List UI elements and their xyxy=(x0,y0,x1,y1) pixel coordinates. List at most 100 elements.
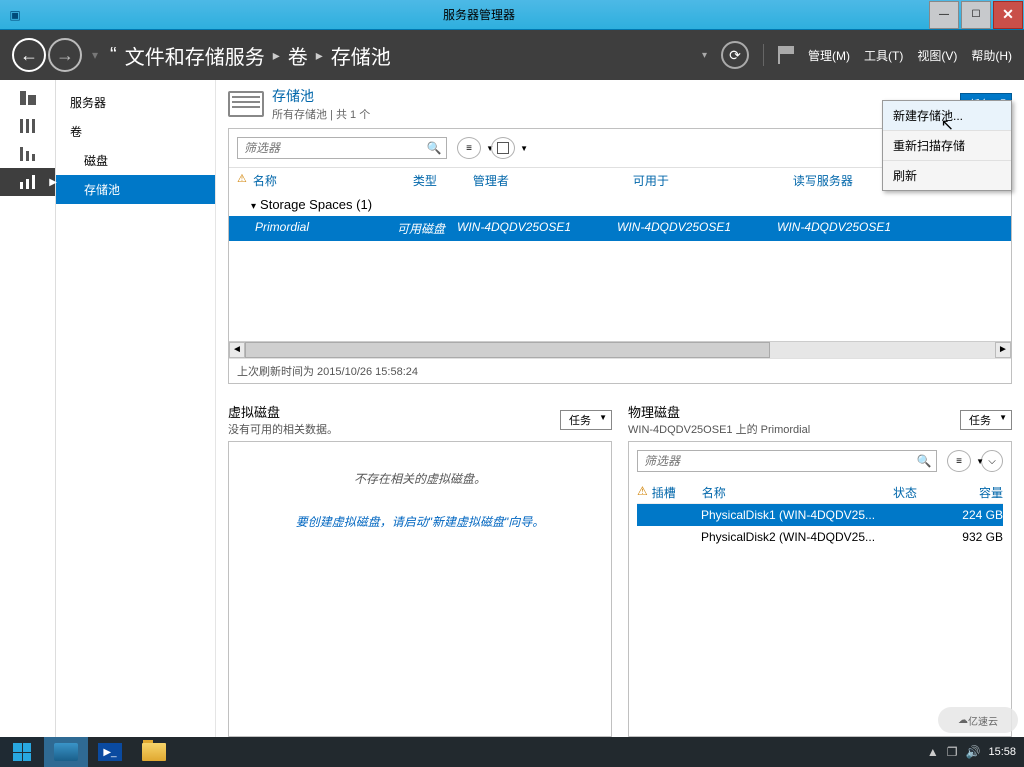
menu-help[interactable]: 帮助(H) xyxy=(971,47,1012,64)
close-button[interactable]: ✕ xyxy=(993,1,1023,29)
menu-refresh[interactable]: 刷新 xyxy=(883,161,1011,190)
cell-manager: WIN-4DQDV25OSE1 xyxy=(457,220,617,237)
breadcrumb-sep-icon: ▸ xyxy=(273,47,280,64)
chevron-down-icon: ▼ xyxy=(520,144,528,153)
cell-usable: WIN-4DQDV25OSE1 xyxy=(617,220,777,237)
tray-flag-icon[interactable]: ▲ xyxy=(927,745,939,759)
group-label: Storage Spaces (1) xyxy=(260,197,372,212)
last-refresh-text: 上次刷新时间为 2015/10/26 15:58:24 xyxy=(229,358,1011,383)
bars-icon xyxy=(20,175,36,189)
tray-clock[interactable]: 15:58 xyxy=(988,746,1016,758)
col-type[interactable]: 类型 xyxy=(413,172,473,189)
breadcrumb-service[interactable]: 文件和存储服务 xyxy=(125,41,265,70)
collapse-icon: ▾ xyxy=(251,201,256,212)
pd-filter-input[interactable]: 🔍 xyxy=(637,450,937,472)
rail-storage[interactable]: ▶ xyxy=(0,168,55,196)
watermark: ☁ 亿速云 xyxy=(938,707,1018,733)
menu-new-pool[interactable]: 新建存储池... xyxy=(883,101,1011,131)
chevron-down-icon: ▼ xyxy=(976,457,984,466)
menu-manage[interactable]: 管理(M) xyxy=(808,47,850,64)
virtual-disks-panel: 虚拟磁盘 没有可用的相关数据。 任务 不存在相关的虚拟磁盘。 要创建虚拟磁盘，请… xyxy=(228,402,612,737)
virtual-disks-tasks-button[interactable]: 任务 xyxy=(560,410,612,430)
col-manager[interactable]: 管理者 xyxy=(473,172,633,189)
scroll-right-icon[interactable]: ► xyxy=(995,342,1011,358)
taskbar-server-manager[interactable] xyxy=(44,737,88,767)
expand-button[interactable]: ⌵ xyxy=(981,450,1003,472)
dashboard-icon xyxy=(20,91,36,105)
taskbar-explorer[interactable] xyxy=(132,737,176,767)
app-icon: ▣ xyxy=(9,8,20,22)
vd-empty-text: 不存在相关的虚拟磁盘。 xyxy=(237,470,603,487)
menu-tools[interactable]: 工具(T) xyxy=(864,47,903,64)
bars-icon xyxy=(20,119,36,133)
physical-disks-tasks-button[interactable]: 任务 xyxy=(960,410,1012,430)
horizontal-scrollbar[interactable]: ◄ ► xyxy=(229,341,1011,358)
list-view-button[interactable]: ≡▼ xyxy=(457,137,481,159)
nav-separator: ▾ xyxy=(92,48,98,62)
warning-icon: ⚠ xyxy=(237,172,247,189)
minimize-button[interactable]: — xyxy=(929,1,959,29)
nav-forward-button[interactable]: → xyxy=(48,38,82,72)
cell-type: 可用磁盘 xyxy=(397,220,457,237)
refresh-icon[interactable]: ⟳ xyxy=(721,41,749,69)
physical-disks-panel: 物理磁盘 WIN-4DQDV25OSE1 上的 Primordial 任务 🔍 … xyxy=(628,402,1012,737)
breadcrumb-sep-icon: ▸ xyxy=(316,47,323,64)
breadcrumb-pool[interactable]: 存储池 xyxy=(331,41,391,70)
pool-subtitle: 所有存储池 | 共 1 个 xyxy=(272,106,370,122)
pd-row-1[interactable]: PhysicalDisk1 (WIN-4DQDV25... 224 GB xyxy=(637,504,1003,526)
col-usable[interactable]: 可用于 xyxy=(633,172,793,189)
explorer-icon xyxy=(142,743,166,761)
tray-sound-icon[interactable]: 🔊 xyxy=(966,745,981,759)
filter-text-field[interactable] xyxy=(238,138,422,158)
group-row[interactable]: ▾ Storage Spaces (1) xyxy=(229,193,1011,216)
maximize-button[interactable]: ☐ xyxy=(961,1,991,29)
start-button[interactable] xyxy=(0,737,44,767)
sidebar-item-volumes[interactable]: 卷 xyxy=(56,117,215,146)
tray-network-icon[interactable]: ❐ xyxy=(947,745,958,759)
col-name[interactable]: 名称 xyxy=(702,484,893,501)
separator xyxy=(763,44,764,66)
cell-rw: WIN-4DQDV25OSE1 xyxy=(777,220,937,237)
pd-row-2[interactable]: PhysicalDisk2 (WIN-4DQDV25... 932 GB xyxy=(637,526,1003,548)
notifications-flag-icon[interactable] xyxy=(778,46,794,64)
virtual-disks-subtitle: 没有可用的相关数据。 xyxy=(228,421,338,437)
window-titlebar: ▣ 服务器管理器 — ☐ ✕ xyxy=(0,0,1024,30)
header-bar: ← → ▾ “ 文件和存储服务 ▸ 卷 ▸ 存储池 ▾ ⟳ 管理(M) 工具(T… xyxy=(0,30,1024,80)
search-icon[interactable]: 🔍 xyxy=(912,451,936,471)
col-capacity[interactable]: 容量 xyxy=(943,484,1003,501)
breadcrumb-prefix: “ xyxy=(110,44,117,67)
vd-empty-link[interactable]: 要创建虚拟磁盘，请启动"新建虚拟磁盘"向导。 xyxy=(237,513,603,530)
rail-all[interactable] xyxy=(0,140,55,168)
rail-local[interactable] xyxy=(0,112,55,140)
list-view-button[interactable]: ≡▼ xyxy=(947,450,971,472)
system-tray: ▲ ❐ 🔊 15:58 xyxy=(927,745,1024,759)
physical-disks-title: 物理磁盘 xyxy=(628,402,810,421)
cell-name: PhysicalDisk1 (WIN-4DQDV25... xyxy=(701,508,893,522)
menu-rescan[interactable]: 重新扫描存储 xyxy=(883,131,1011,161)
taskbar-powershell[interactable]: ▶_ xyxy=(88,737,132,767)
scroll-left-icon[interactable]: ◄ xyxy=(229,342,245,358)
pool-filter-input[interactable]: 🔍 xyxy=(237,137,447,159)
filter-text-field[interactable] xyxy=(638,451,912,471)
bars-icon xyxy=(20,147,36,161)
sidebar-item-disks[interactable]: 磁盘 xyxy=(56,146,215,175)
nav-back-button[interactable]: ← xyxy=(12,38,46,72)
sidebar-item-pools[interactable]: 存储池 xyxy=(56,175,215,204)
search-icon[interactable]: 🔍 xyxy=(422,138,446,158)
rail-dashboard[interactable] xyxy=(0,84,55,112)
pool-title: 存储池 xyxy=(272,86,370,106)
cell-capacity: 932 GB xyxy=(943,530,1003,544)
col-status[interactable]: 状态 xyxy=(893,484,943,501)
sidebar-item-servers[interactable]: 服务器 xyxy=(56,88,215,117)
tile-view-button[interactable]: ▼ xyxy=(491,137,515,159)
pool-row-primordial[interactable]: Primordial 可用磁盘 WIN-4DQDV25OSE1 WIN-4DQD… xyxy=(229,216,1011,241)
storage-pool-icon xyxy=(228,91,264,117)
col-slot[interactable]: 插槽 xyxy=(652,484,702,501)
breadcrumb: “ 文件和存储服务 ▸ 卷 ▸ 存储池 xyxy=(106,41,395,70)
cell-name: PhysicalDisk2 (WIN-4DQDV25... xyxy=(701,530,893,544)
breadcrumb-volumes[interactable]: 卷 xyxy=(288,41,308,70)
menu-view[interactable]: 视图(V) xyxy=(917,47,957,64)
col-name[interactable]: 名称 xyxy=(253,172,413,189)
dropdown-icon[interactable]: ▾ xyxy=(702,50,707,61)
chevron-right-icon: ▶ xyxy=(49,177,57,188)
